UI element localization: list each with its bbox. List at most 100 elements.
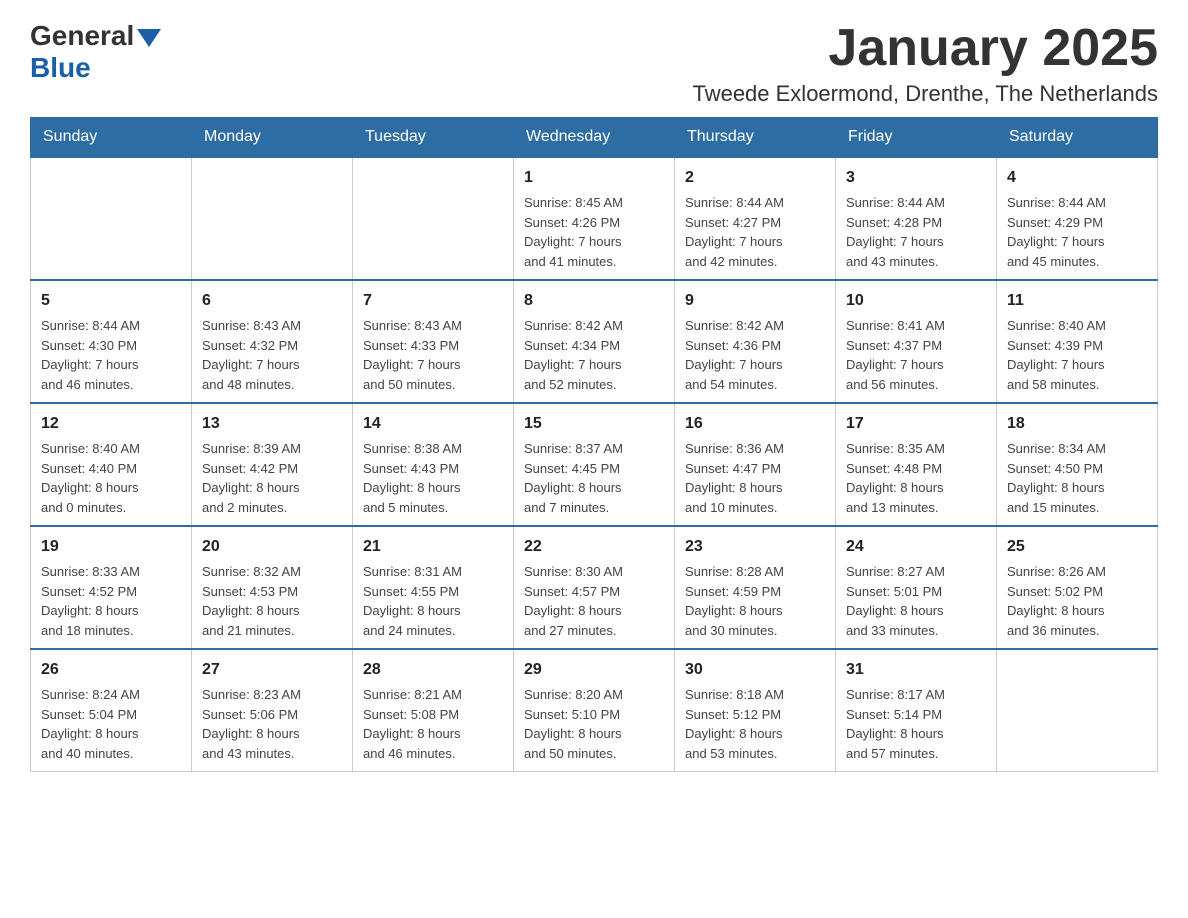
day-info: Sunrise: 8:17 AM Sunset: 5:14 PM Dayligh… (846, 685, 986, 763)
calendar-week-row: 1Sunrise: 8:45 AM Sunset: 4:26 PM Daylig… (31, 157, 1158, 280)
calendar-week-row: 26 Sunrise: 8:24 AM Sunset: 5:04 PM Dayli… (31, 649, 1158, 772)
calendar-cell: 15Sunrise: 8:37 AM Sunset: 4:45 PM Dayli… (514, 403, 675, 526)
day-number: 5 (41, 289, 181, 313)
calendar-cell: 13Sunrise: 8:39 AM Sunset: 4:42 PM Dayli… (192, 403, 353, 526)
calendar-cell: 27Sunrise: 8:23 AM Sunset: 5:06 PM Dayli… (192, 649, 353, 772)
calendar-cell: 19Sunrise: 8:33 AM Sunset: 4:52 PM Dayli… (31, 526, 192, 649)
calendar-cell (192, 157, 353, 280)
day-number: 12 (41, 412, 181, 436)
day-info: Sunrise: 8:40 AM Sunset: 4:39 PM Dayligh… (1007, 316, 1147, 394)
calendar-cell: 14 Sunrise: 8:38 AM Sunset: 4:43 PM Dayli… (353, 403, 514, 526)
day-info: Sunrise: 8:30 AM Sunset: 4:57 PM Dayligh… (524, 562, 664, 640)
weekday-header-sunday: Sunday (31, 118, 192, 158)
day-info: Sunrise: 8:21 AM Sunset: 5:08 PM Dayligh… (363, 685, 503, 763)
calendar-cell: 7 Sunrise: 8:43 AM Sunset: 4:33 PM Daylig… (353, 280, 514, 403)
calendar-cell: 3 Sunrise: 8:44 AM Sunset: 4:28 PM Daylig… (836, 157, 997, 280)
day-number: 30 (685, 658, 825, 682)
calendar-cell: 11 Sunrise: 8:40 AM Sunset: 4:39 PM Dayli… (997, 280, 1158, 403)
day-number: 18 (1007, 412, 1147, 436)
calendar-cell (997, 649, 1158, 772)
calendar-cell: 6 Sunrise: 8:43 AM Sunset: 4:32 PM Daylig… (192, 280, 353, 403)
day-info: Sunrise: 8:27 AM Sunset: 5:01 PM Dayligh… (846, 562, 986, 640)
location-subtitle: Tweede Exloermond, Drenthe, The Netherla… (692, 81, 1158, 107)
day-number: 13 (202, 412, 342, 436)
day-number: 10 (846, 289, 986, 313)
day-info: Sunrise: 8:32 AM Sunset: 4:53 PM Dayligh… (202, 562, 342, 640)
day-number: 14 (363, 412, 503, 436)
day-info: Sunrise: 8:24 AM Sunset: 5:04 PM Dayligh… (41, 685, 181, 763)
calendar-week-row: 19Sunrise: 8:33 AM Sunset: 4:52 PM Dayli… (31, 526, 1158, 649)
day-number: 16 (685, 412, 825, 436)
weekday-header-tuesday: Tuesday (353, 118, 514, 158)
calendar-cell (353, 157, 514, 280)
day-number: 6 (202, 289, 342, 313)
weekday-header-monday: Monday (192, 118, 353, 158)
day-number: 22 (524, 535, 664, 559)
day-info: Sunrise: 8:43 AM Sunset: 4:33 PM Dayligh… (363, 316, 503, 394)
title-section: January 2025 Tweede Exloermond, Drenthe,… (692, 20, 1158, 107)
day-number: 24 (846, 535, 986, 559)
calendar-cell: 10 Sunrise: 8:41 AM Sunset: 4:37 PM Dayli… (836, 280, 997, 403)
calendar-cell: 12 Sunrise: 8:40 AM Sunset: 4:40 PM Dayli… (31, 403, 192, 526)
calendar-week-row: 5 Sunrise: 8:44 AM Sunset: 4:30 PM Daylig… (31, 280, 1158, 403)
logo-blue-text: Blue (30, 52, 91, 84)
calendar-cell: 17Sunrise: 8:35 AM Sunset: 4:48 PM Dayli… (836, 403, 997, 526)
day-info: Sunrise: 8:43 AM Sunset: 4:32 PM Dayligh… (202, 316, 342, 394)
day-info: Sunrise: 8:26 AM Sunset: 5:02 PM Dayligh… (1007, 562, 1147, 640)
calendar-cell: 9 Sunrise: 8:42 AM Sunset: 4:36 PM Daylig… (675, 280, 836, 403)
day-info: Sunrise: 8:28 AM Sunset: 4:59 PM Dayligh… (685, 562, 825, 640)
day-number: 1 (524, 166, 664, 190)
day-info: Sunrise: 8:31 AM Sunset: 4:55 PM Dayligh… (363, 562, 503, 640)
day-number: 9 (685, 289, 825, 313)
calendar-cell: 1Sunrise: 8:45 AM Sunset: 4:26 PM Daylig… (514, 157, 675, 280)
calendar-cell (31, 157, 192, 280)
weekday-header-thursday: Thursday (675, 118, 836, 158)
calendar-cell: 24 Sunrise: 8:27 AM Sunset: 5:01 PM Dayli… (836, 526, 997, 649)
day-info: Sunrise: 8:41 AM Sunset: 4:37 PM Dayligh… (846, 316, 986, 394)
calendar-cell: 23 Sunrise: 8:28 AM Sunset: 4:59 PM Dayli… (675, 526, 836, 649)
day-info: Sunrise: 8:42 AM Sunset: 4:34 PM Dayligh… (524, 316, 664, 394)
logo: General Blue (30, 20, 161, 84)
calendar-week-row: 12 Sunrise: 8:40 AM Sunset: 4:40 PM Dayli… (31, 403, 1158, 526)
day-info: Sunrise: 8:44 AM Sunset: 4:30 PM Dayligh… (41, 316, 181, 394)
day-info: Sunrise: 8:42 AM Sunset: 4:36 PM Dayligh… (685, 316, 825, 394)
day-number: 17 (846, 412, 986, 436)
calendar-cell: 25 Sunrise: 8:26 AM Sunset: 5:02 PM Dayli… (997, 526, 1158, 649)
day-number: 4 (1007, 166, 1147, 190)
calendar-cell: 5 Sunrise: 8:44 AM Sunset: 4:30 PM Daylig… (31, 280, 192, 403)
calendar-cell: 22 Sunrise: 8:30 AM Sunset: 4:57 PM Dayli… (514, 526, 675, 649)
day-info: Sunrise: 8:37 AM Sunset: 4:45 PM Dayligh… (524, 439, 664, 517)
day-number: 23 (685, 535, 825, 559)
day-info: Sunrise: 8:36 AM Sunset: 4:47 PM Dayligh… (685, 439, 825, 517)
day-info: Sunrise: 8:40 AM Sunset: 4:40 PM Dayligh… (41, 439, 181, 517)
weekday-header-wednesday: Wednesday (514, 118, 675, 158)
day-info: Sunrise: 8:34 AM Sunset: 4:50 PM Dayligh… (1007, 439, 1147, 517)
day-info: Sunrise: 8:44 AM Sunset: 4:27 PM Dayligh… (685, 193, 825, 271)
weekday-header-friday: Friday (836, 118, 997, 158)
day-info: Sunrise: 8:44 AM Sunset: 4:29 PM Dayligh… (1007, 193, 1147, 271)
calendar-table: SundayMondayTuesdayWednesdayThursdayFrid… (30, 117, 1158, 772)
logo-blue-part (134, 25, 161, 47)
day-number: 11 (1007, 289, 1147, 313)
logo-triangle-icon (137, 29, 161, 47)
day-info: Sunrise: 8:18 AM Sunset: 5:12 PM Dayligh… (685, 685, 825, 763)
day-number: 26 (41, 658, 181, 682)
weekday-header-saturday: Saturday (997, 118, 1158, 158)
logo-general-text: General (30, 20, 134, 52)
day-number: 8 (524, 289, 664, 313)
day-number: 29 (524, 658, 664, 682)
calendar-cell: 30 Sunrise: 8:18 AM Sunset: 5:12 PM Dayli… (675, 649, 836, 772)
calendar-cell: 28Sunrise: 8:21 AM Sunset: 5:08 PM Dayli… (353, 649, 514, 772)
calendar-cell: 29Sunrise: 8:20 AM Sunset: 5:10 PM Dayli… (514, 649, 675, 772)
day-number: 19 (41, 535, 181, 559)
calendar-cell: 20Sunrise: 8:32 AM Sunset: 4:53 PM Dayli… (192, 526, 353, 649)
page-header: General Blue January 2025 Tweede Exloerm… (30, 20, 1158, 107)
calendar-cell: 21Sunrise: 8:31 AM Sunset: 4:55 PM Dayli… (353, 526, 514, 649)
day-info: Sunrise: 8:38 AM Sunset: 4:43 PM Dayligh… (363, 439, 503, 517)
day-number: 7 (363, 289, 503, 313)
calendar-cell: 4 Sunrise: 8:44 AM Sunset: 4:29 PM Daylig… (997, 157, 1158, 280)
day-info: Sunrise: 8:44 AM Sunset: 4:28 PM Dayligh… (846, 193, 986, 271)
calendar-cell: 8 Sunrise: 8:42 AM Sunset: 4:34 PM Daylig… (514, 280, 675, 403)
day-number: 3 (846, 166, 986, 190)
day-number: 25 (1007, 535, 1147, 559)
